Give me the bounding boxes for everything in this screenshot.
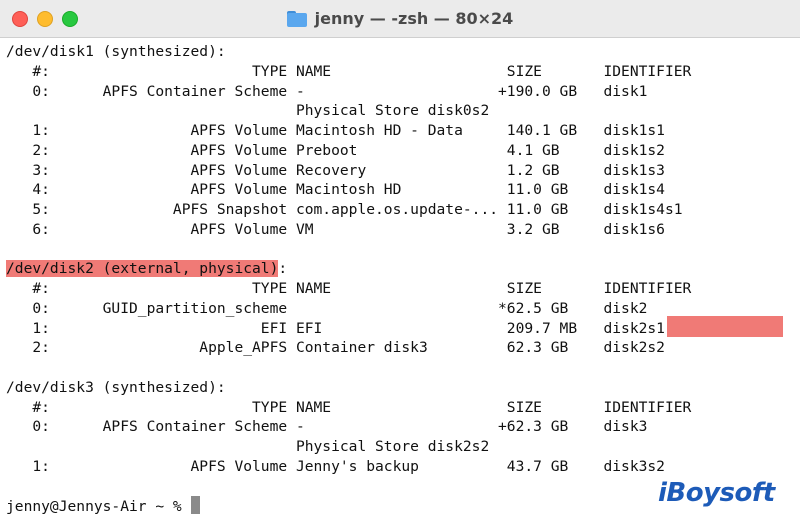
terminal-line: 1: EFI EFI 209.7 MB disk2s1 — [6, 320, 665, 337]
terminal-line: 0: GUID_partition_scheme *62.5 GB disk2 — [6, 300, 648, 317]
window-titlebar: jenny — -zsh — 80×24 — [0, 0, 800, 38]
window-title: jenny — -zsh — 80×24 — [0, 0, 800, 37]
terminal-line: #: TYPE NAME SIZE IDENTIFIER — [6, 63, 692, 80]
prompt-text: jenny@Jennys-Air ~ % — [6, 498, 191, 515]
terminal-line: 2: Apple_APFS Container disk3 62.3 GB di… — [6, 339, 665, 356]
window-title-text: jenny — -zsh — 80×24 — [314, 9, 514, 28]
terminal-line: 0: APFS Container Scheme - +190.0 GB dis… — [6, 83, 648, 100]
disk2-header-suffix: : — [278, 260, 288, 277]
terminal-line: Physical Store disk0s2 — [6, 102, 490, 119]
shell-prompt[interactable]: jenny@Jennys-Air ~ % — [6, 496, 200, 516]
terminal-line: #: TYPE NAME SIZE IDENTIFIER — [6, 280, 692, 297]
terminal-line: /dev/disk3 (synthesized): — [6, 379, 226, 396]
terminal-line: 1: APFS Volume Jenny's backup 43.7 GB di… — [6, 458, 665, 475]
terminal-line: 2: APFS Volume Preboot 4.1 GB disk1s2 — [6, 142, 665, 159]
terminal-line: 1: APFS Volume Macintosh HD - Data 140.1… — [6, 122, 665, 139]
folder-icon — [286, 10, 307, 27]
terminal-line: 4: APFS Volume Macintosh HD 11.0 GB disk… — [6, 181, 665, 198]
text-cursor — [190, 496, 200, 514]
iboysoft-watermark: iBoysoft — [658, 478, 775, 508]
disk2-header-highlight: /dev/disk2 (external, physical) — [6, 260, 279, 277]
terminal-line: /dev/disk2 (external, physical): — [6, 259, 287, 279]
terminal-line: #: TYPE NAME SIZE IDENTIFIER — [6, 399, 692, 416]
terminal-line: 3: APFS Volume Recovery 1.2 GB disk1s3 — [6, 162, 665, 179]
watermark-text: iBoysoft — [658, 478, 775, 508]
terminal-line: 5: APFS Snapshot com.apple.os.update-...… — [6, 201, 683, 218]
terminal-line: 6: APFS Volume VM 3.2 GB disk1s6 — [6, 221, 665, 238]
identifier-highlight — [667, 316, 783, 337]
terminal-line: 0: APFS Container Scheme - +62.3 GB disk… — [6, 418, 648, 435]
terminal-line: Physical Store disk2s2 — [6, 438, 490, 455]
terminal-line: /dev/disk1 (synthesized): — [6, 43, 226, 60]
terminal-output[interactable]: /dev/disk1 (synthesized): #: TYPE NAME S… — [0, 38, 800, 521]
